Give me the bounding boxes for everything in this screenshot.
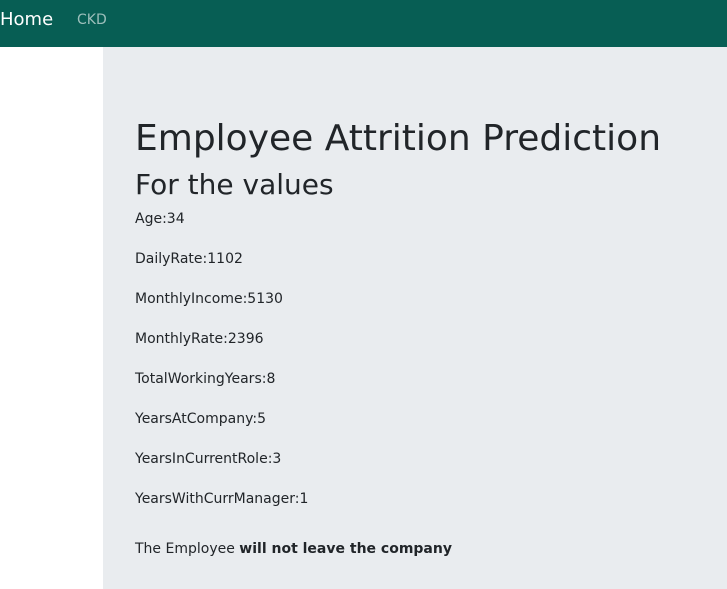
value-number: 34: [166, 211, 185, 227]
value-number: 5130: [247, 291, 283, 307]
value-number: 8: [266, 371, 276, 387]
value-row-years-with-curr-manager: YearsWithCurrManager:1: [135, 491, 309, 507]
value-label: Age: [135, 211, 163, 227]
page-subtitle: For the values: [135, 168, 334, 201]
value-row-monthly-income: MonthlyIncome:5130: [135, 291, 283, 307]
value-row-monthly-rate: MonthlyRate:2396: [135, 331, 264, 347]
page-title: Employee Attrition Prediction: [135, 118, 662, 159]
prediction-result: The Employee will not leave the company: [135, 539, 727, 559]
value-label: DailyRate: [135, 251, 203, 267]
value-row-daily-rate: DailyRate:1102: [135, 251, 243, 267]
value-number: 1: [299, 491, 309, 507]
value-number: 1102: [207, 251, 243, 267]
value-label: YearsWithCurrManager: [135, 491, 295, 507]
value-label: YearsInCurrentRole: [135, 451, 268, 467]
nav-ckd-link[interactable]: CKD: [77, 10, 107, 30]
value-label: MonthlyRate: [135, 331, 224, 347]
value-number: 2396: [227, 331, 264, 347]
navbar: Home CKD: [0, 0, 727, 47]
value-row-years-at-company: YearsAtCompany:5: [135, 411, 266, 427]
value-number: 5: [257, 411, 266, 427]
nav-home-link[interactable]: Home: [0, 8, 53, 32]
value-number: 3: [272, 451, 282, 467]
value-row-years-in-current-role: YearsInCurrentRole:3: [135, 451, 282, 467]
value-label: YearsAtCompany: [135, 411, 253, 427]
value-label: MonthlyIncome: [135, 291, 243, 307]
prediction-panel: Employee Attrition Prediction For the va…: [103, 47, 727, 589]
result-prefix: The Employee: [135, 541, 240, 557]
value-row-age: Age:34: [135, 211, 185, 227]
value-row-total-working-years: TotalWorkingYears:8: [135, 371, 276, 387]
value-label: TotalWorkingYears: [135, 371, 262, 387]
input-values-list: Age:34 DailyRate:1102 MonthlyIncome:5130…: [135, 209, 727, 529]
result-emphasis: will not leave the company: [239, 541, 452, 557]
